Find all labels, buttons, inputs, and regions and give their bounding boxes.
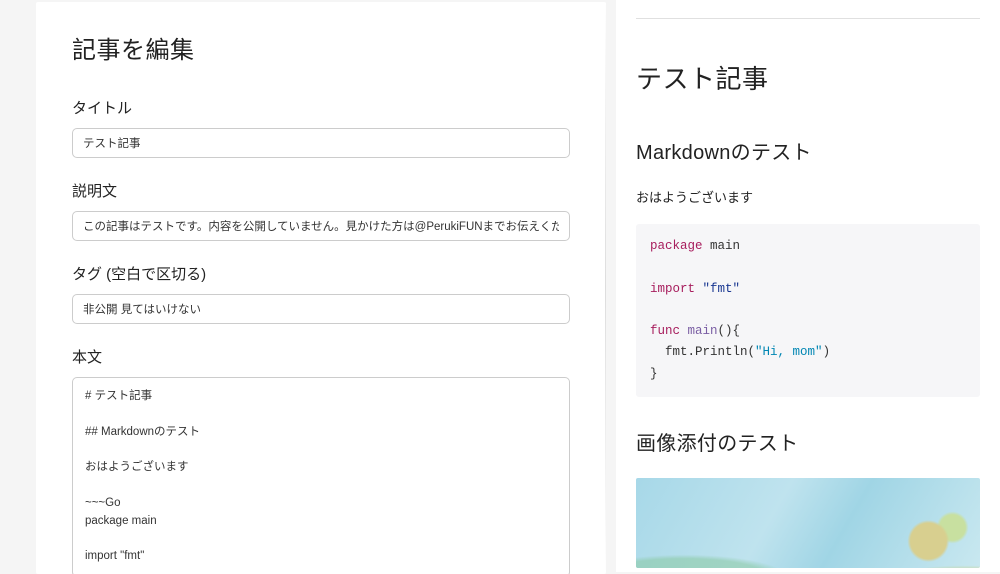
code-token-brace-close: } (650, 367, 658, 381)
tags-label: タグ (空白で区切る) (72, 263, 570, 284)
code-token-func-name: main (688, 324, 718, 338)
preview-panel: テスト記事 Markdownのテスト おはようございます package mai… (616, 0, 1000, 572)
code-token-brace-open: (){ (718, 324, 741, 338)
field-description: 説明文 (72, 180, 570, 241)
title-label: タイトル (72, 97, 570, 118)
preview-attached-image (636, 478, 980, 568)
editor-panel: 記事を編集 タイトル 説明文 タグ (空白で区切る) 本文 (36, 2, 606, 574)
code-token-import-kw: import (650, 282, 695, 296)
code-token-package-name: main (710, 239, 740, 253)
tags-input[interactable] (72, 294, 570, 324)
description-input[interactable] (72, 211, 570, 241)
code-block: package main import "fmt" func main(){ f… (636, 224, 980, 397)
preview-image-section-heading: 画像添付のテスト (636, 427, 1000, 456)
preview-section-heading: Markdownのテスト (636, 136, 1000, 165)
description-label: 説明文 (72, 180, 570, 201)
preview-paragraph: おはようございます (636, 187, 1000, 206)
field-title: タイトル (72, 97, 570, 158)
field-tags: タグ (空白で区切る) (72, 263, 570, 324)
code-token-import-str: "fmt" (703, 282, 741, 296)
title-input[interactable] (72, 128, 570, 158)
field-body: 本文 (72, 346, 570, 574)
preview-top-rule (636, 18, 980, 19)
body-label: 本文 (72, 346, 570, 367)
code-token-package-kw: package (650, 239, 703, 253)
page-title: 記事を編集 (72, 30, 570, 65)
code-token-call: fmt.Println (665, 345, 748, 359)
preview-title: テスト記事 (636, 59, 1000, 96)
code-token-arg: "Hi, mom" (755, 345, 823, 359)
code-token-func-kw: func (650, 324, 680, 338)
body-textarea[interactable] (72, 377, 570, 574)
